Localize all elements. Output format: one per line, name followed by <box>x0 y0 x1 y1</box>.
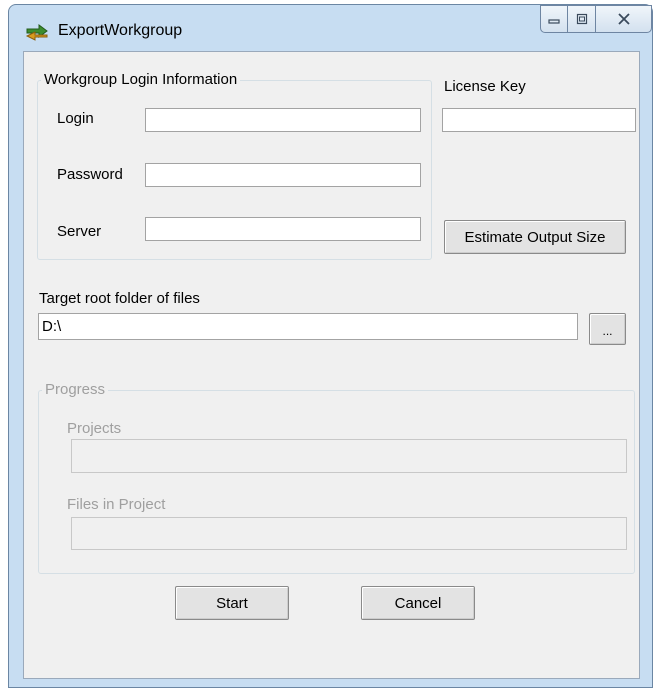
dialog-client-area: Workgroup Login Information Login Passwo… <box>23 51 640 679</box>
projects-progress-bar <box>71 439 627 473</box>
cancel-button[interactable]: Cancel <box>361 586 475 620</box>
minimize-icon <box>548 19 560 24</box>
login-input[interactable] <box>145 108 421 132</box>
progress-group-legend: Progress <box>42 381 109 398</box>
export-workgroup-window: ExportWorkgroup Workgroup Login Informat… <box>8 4 653 688</box>
license-key-label: License Key <box>444 78 526 95</box>
title-bar[interactable]: ExportWorkgroup <box>9 5 652 51</box>
close-icon <box>617 13 630 25</box>
cancel-label: Cancel <box>394 594 442 612</box>
window-title: ExportWorkgroup <box>58 22 183 39</box>
start-label: Start <box>216 594 248 612</box>
target-folder-label: Target root folder of files <box>39 290 200 307</box>
projects-label: Projects <box>67 420 122 437</box>
close-button[interactable] <box>596 5 652 33</box>
maximize-button[interactable] <box>568 5 596 33</box>
target-folder-input[interactable] <box>38 313 578 340</box>
files-progress-bar <box>71 517 627 550</box>
estimate-output-size-button[interactable]: Estimate Output Size <box>444 220 626 254</box>
caption-buttons <box>540 5 652 35</box>
password-input[interactable] <box>145 163 421 187</box>
login-label: Login <box>57 110 94 127</box>
start-button[interactable]: Start <box>175 586 289 620</box>
license-key-input[interactable] <box>442 108 636 132</box>
export-arrows-icon <box>25 24 48 41</box>
password-label: Password <box>57 166 123 183</box>
maximize-icon <box>576 13 587 25</box>
server-label: Server <box>57 223 102 240</box>
browse-folder-button[interactable]: ... <box>589 313 626 345</box>
files-in-project-label: Files in Project <box>67 496 166 513</box>
estimate-output-size-label: Estimate Output Size <box>464 228 606 246</box>
minimize-button[interactable] <box>540 5 568 33</box>
server-input[interactable] <box>145 217 421 241</box>
login-group-legend: Workgroup Login Information <box>41 71 241 88</box>
browse-folder-label: ... <box>602 324 613 338</box>
